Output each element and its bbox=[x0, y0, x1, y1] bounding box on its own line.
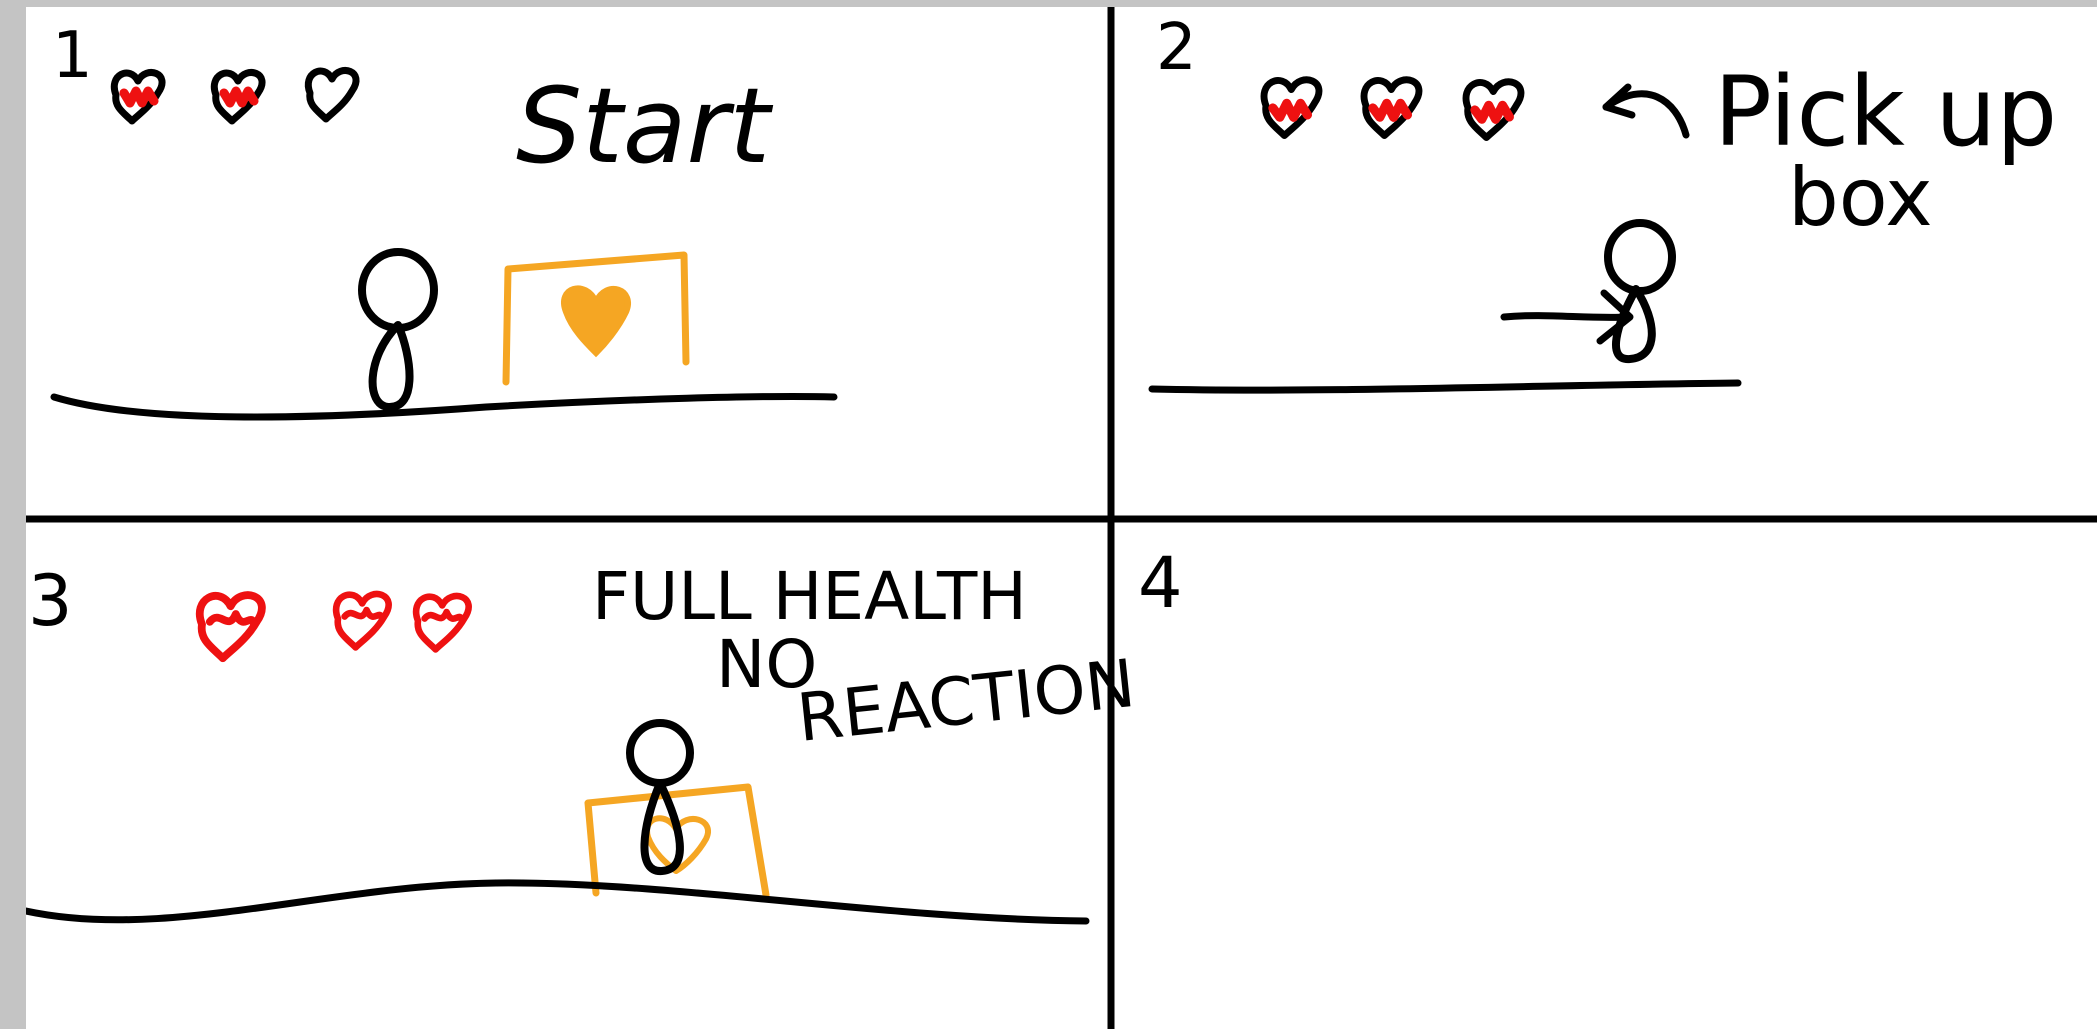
heart-pickup-icon bbox=[561, 285, 631, 358]
heart-filled-icon bbox=[412, 592, 472, 653]
heart-filled-icon bbox=[1260, 76, 1323, 140]
panel-1-number: 1 bbox=[52, 19, 93, 93]
heart-filled-icon bbox=[196, 591, 266, 663]
panel-4: 4 bbox=[1138, 542, 1183, 624]
heart-filled-icon bbox=[210, 69, 266, 125]
panel-3-number: 3 bbox=[28, 560, 73, 642]
panel-2-caption-line-2: box bbox=[1788, 151, 1933, 244]
panel-3: 3 FULL HEALTH NO REACTION bbox=[26, 558, 1139, 925]
health-pickup-box-icon bbox=[502, 251, 690, 386]
panel-1: 1 Start bbox=[50, 19, 838, 421]
panel-1-caption: Start bbox=[516, 65, 773, 187]
panel-3-caption-line-3: REACTION bbox=[794, 645, 1139, 757]
heart-empty-icon bbox=[304, 67, 360, 123]
curved-arrow-icon bbox=[1602, 83, 1690, 139]
player-figure-icon bbox=[358, 248, 438, 411]
panel-3-caption-line-1: FULL HEALTH bbox=[592, 558, 1027, 635]
storyboard: 1 Start 2 Pick up box 3 FULL HEALTH NO R… bbox=[26, 7, 2097, 1029]
player-figure-icon bbox=[1604, 219, 1676, 363]
panel-2-health-bar bbox=[1260, 76, 1525, 142]
panel-2-number: 2 bbox=[1156, 11, 1197, 85]
heart-filled-icon bbox=[332, 590, 392, 651]
heart-filled-icon bbox=[1462, 78, 1525, 142]
heart-filled-icon bbox=[110, 69, 166, 125]
panel-2-ground bbox=[1148, 379, 1742, 394]
panel-3-ground bbox=[26, 879, 1090, 925]
panel-2: 2 Pick up box bbox=[1148, 11, 2057, 394]
heart-filled-icon bbox=[1360, 76, 1423, 140]
panel-1-ground bbox=[50, 392, 838, 421]
storyboard-canvas: 1 Start 2 Pick up box 3 FULL HEALTH NO R… bbox=[26, 7, 2097, 1029]
panel-1-health-bar bbox=[110, 67, 360, 125]
panel-4-number: 4 bbox=[1138, 542, 1183, 624]
panel-3-health-bar bbox=[196, 590, 472, 663]
motion-arrow-icon bbox=[1500, 289, 1634, 345]
